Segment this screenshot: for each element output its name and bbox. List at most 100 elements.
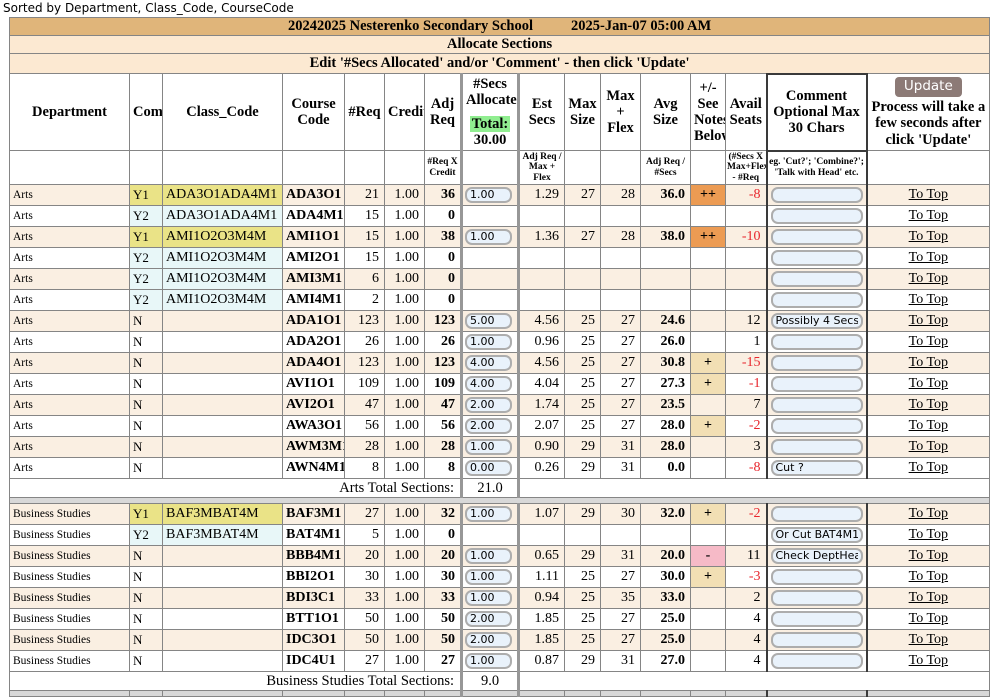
to-top-link[interactable]: To Top bbox=[909, 653, 948, 668]
comment-input[interactable] bbox=[771, 548, 863, 564]
to-top-link[interactable]: To Top bbox=[909, 548, 948, 563]
to-top-link[interactable]: To Top bbox=[909, 397, 948, 412]
avail-seats-cell: -10 bbox=[726, 227, 767, 248]
secs-allocated-cell bbox=[462, 269, 519, 290]
secs-allocated-input[interactable] bbox=[465, 548, 512, 564]
course-code-cell: AVI1O1 bbox=[283, 374, 345, 395]
to-top-link[interactable]: To Top bbox=[909, 208, 948, 223]
secs-allocated-input[interactable] bbox=[465, 418, 512, 434]
to-top-link[interactable]: To Top bbox=[909, 590, 948, 605]
comment-input[interactable] bbox=[771, 208, 863, 224]
comment-input[interactable] bbox=[771, 355, 863, 371]
secs-allocated-input[interactable] bbox=[465, 313, 512, 329]
department-cell: Business Studies bbox=[10, 546, 130, 567]
secs-allocated-input[interactable] bbox=[465, 355, 512, 371]
comment-cell bbox=[767, 588, 867, 609]
to-top-link[interactable]: To Top bbox=[909, 439, 948, 454]
update-button[interactable]: Update bbox=[895, 77, 962, 97]
avail-seats-cell: -8 bbox=[726, 458, 767, 479]
comment-input[interactable] bbox=[771, 229, 863, 245]
avg-size-cell: 36.0 bbox=[641, 185, 691, 206]
to-top-link[interactable]: To Top bbox=[909, 229, 948, 244]
comb-cell: N bbox=[130, 609, 163, 630]
max-flex-cell: 27 bbox=[601, 353, 641, 374]
instruction-text: Edit '#Secs Allocated' and/or 'Comment' … bbox=[10, 54, 990, 74]
max-flex-cell: 35 bbox=[601, 588, 641, 609]
comment-input[interactable] bbox=[771, 292, 863, 308]
comment-input[interactable] bbox=[771, 653, 863, 669]
class-code-cell bbox=[163, 311, 283, 332]
to-top-link[interactable]: To Top bbox=[909, 250, 948, 265]
secs-allocated-cell bbox=[462, 416, 519, 437]
class-code-cell: ADA3O1ADA4M1 bbox=[163, 206, 283, 227]
class-code-cell bbox=[163, 609, 283, 630]
comment-input[interactable] bbox=[771, 250, 863, 266]
to-top-link[interactable]: To Top bbox=[909, 569, 948, 584]
to-top-link[interactable]: To Top bbox=[909, 271, 948, 286]
secs-allocated-input[interactable] bbox=[465, 376, 512, 392]
secs-allocated-input[interactable] bbox=[465, 632, 512, 648]
secs-allocated-input[interactable] bbox=[465, 611, 512, 627]
comment-cell bbox=[767, 630, 867, 651]
comment-input[interactable] bbox=[771, 569, 863, 585]
secs-allocated-input[interactable] bbox=[465, 397, 512, 413]
to-top-cell: To Top bbox=[867, 630, 990, 651]
to-top-link[interactable]: To Top bbox=[909, 506, 948, 521]
secs-allocated-input[interactable] bbox=[465, 229, 512, 245]
secs-allocated-input[interactable] bbox=[465, 460, 512, 476]
max-size-cell: 25 bbox=[565, 311, 601, 332]
secs-allocated-input[interactable] bbox=[465, 334, 512, 350]
avg-size-cell: 32.0 bbox=[641, 504, 691, 525]
comment-input[interactable] bbox=[771, 590, 863, 606]
to-top-link[interactable]: To Top bbox=[909, 292, 948, 307]
to-top-link[interactable]: To Top bbox=[909, 460, 948, 475]
secs-allocated-input[interactable] bbox=[465, 653, 512, 669]
to-top-link[interactable]: To Top bbox=[909, 632, 948, 647]
to-top-link[interactable]: To Top bbox=[909, 418, 948, 433]
to-top-cell: To Top bbox=[867, 416, 990, 437]
comment-input[interactable] bbox=[771, 439, 863, 455]
avail-seats-cell: 7 bbox=[726, 395, 767, 416]
course-row: Arts Y2 AMI1O2O3M4M AMI4M1 2 1.00 0 To T… bbox=[10, 290, 990, 311]
see-notes-flag bbox=[691, 311, 726, 332]
department-cell: Business Studies bbox=[10, 651, 130, 672]
to-top-link[interactable]: To Top bbox=[909, 355, 948, 370]
to-top-link[interactable]: To Top bbox=[909, 376, 948, 391]
col-credit: Credit bbox=[385, 74, 425, 151]
secs-allocated-input[interactable] bbox=[465, 506, 512, 522]
comb-cell: N bbox=[130, 630, 163, 651]
class-code-cell: AMI1O2O3M4M bbox=[163, 269, 283, 290]
est-secs-cell: 1.07 bbox=[519, 504, 565, 525]
comment-input[interactable] bbox=[771, 506, 863, 522]
comment-input[interactable] bbox=[771, 527, 863, 543]
comment-input[interactable] bbox=[771, 460, 863, 476]
secs-allocated-input[interactable] bbox=[465, 590, 512, 606]
comment-input[interactable] bbox=[771, 271, 863, 287]
allocate-sections-table: 20242025 Nesterenko Secondary School2025… bbox=[9, 17, 990, 697]
secs-allocated-input[interactable] bbox=[465, 439, 512, 455]
course-row: Arts Y2 AMI1O2O3M4M AMI2O1 15 1.00 0 To … bbox=[10, 248, 990, 269]
max-size-cell: 27 bbox=[565, 185, 601, 206]
comment-input[interactable] bbox=[771, 611, 863, 627]
to-top-cell: To Top bbox=[867, 269, 990, 290]
to-top-link[interactable]: To Top bbox=[909, 187, 948, 202]
comment-input[interactable] bbox=[771, 376, 863, 392]
adj-req-cell: 123 bbox=[425, 311, 462, 332]
secs-allocated-input[interactable] bbox=[465, 187, 512, 203]
to-top-link[interactable]: To Top bbox=[909, 313, 948, 328]
comment-input[interactable] bbox=[771, 187, 863, 203]
comb-cell: N bbox=[130, 567, 163, 588]
comment-input[interactable] bbox=[771, 397, 863, 413]
comment-input[interactable] bbox=[771, 632, 863, 648]
secs-allocated-input[interactable] bbox=[465, 569, 512, 585]
col-class-code: Class_Code bbox=[163, 74, 283, 151]
comment-input[interactable] bbox=[771, 418, 863, 434]
to-top-link[interactable]: To Top bbox=[909, 527, 948, 542]
comment-input[interactable] bbox=[771, 313, 863, 329]
credit-cell: 1.00 bbox=[385, 546, 425, 567]
to-top-link[interactable]: To Top bbox=[909, 611, 948, 626]
col-req: #Req bbox=[345, 74, 385, 151]
comment-input[interactable] bbox=[771, 334, 863, 350]
to-top-link[interactable]: To Top bbox=[909, 334, 948, 349]
avail-seats-cell: 4 bbox=[726, 630, 767, 651]
